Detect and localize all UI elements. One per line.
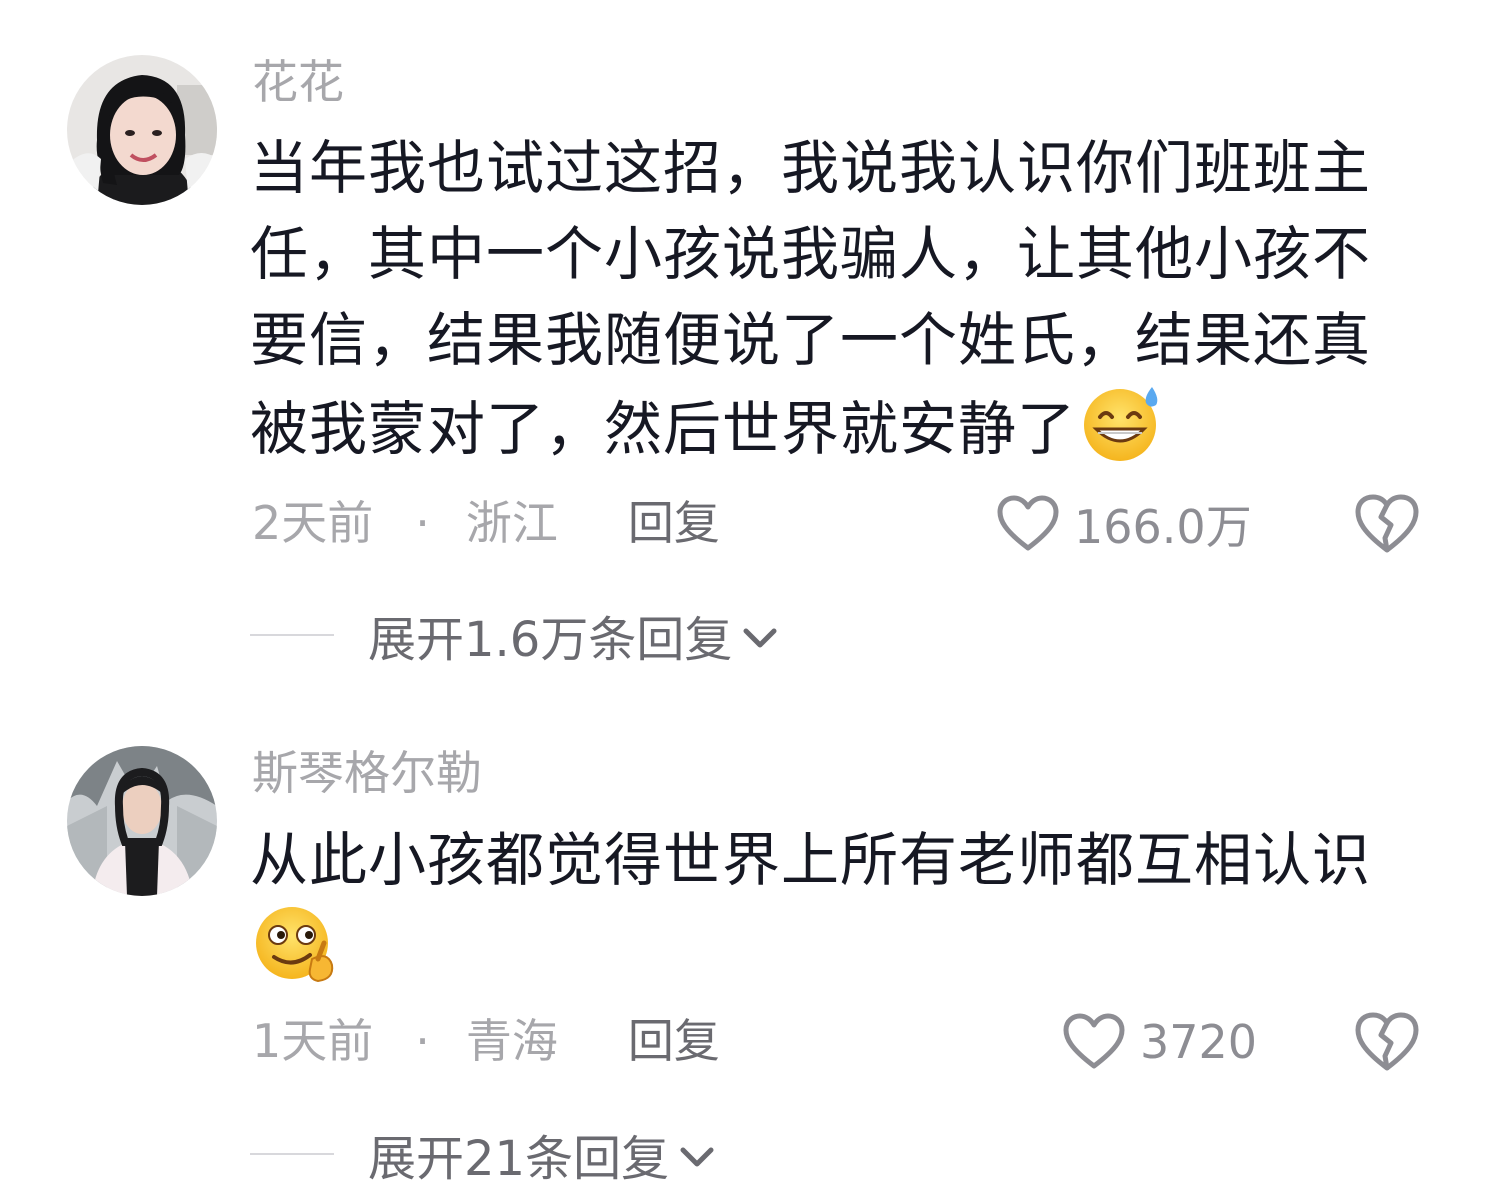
like-count: 166.0万 xyxy=(1074,500,1252,554)
meta-separator: · xyxy=(415,1014,430,1068)
broken-heart-icon xyxy=(1355,494,1419,553)
comment-location: 浙江 xyxy=(465,496,558,550)
expand-divider xyxy=(250,634,334,636)
smirk-hand-emoji xyxy=(252,903,338,983)
comment-meta: 2天前 · 浙江 回复 xyxy=(252,493,720,553)
comment-time: 1天前 xyxy=(252,1014,374,1068)
like-count: 3720 xyxy=(1140,1015,1258,1069)
comment-item: 花花 当年我也试过这招，我说我认识你们班班主任，其中一个小孩说我骗人，让其他小孩… xyxy=(0,0,1500,700)
username[interactable]: 花花 xyxy=(252,52,344,112)
expand-replies-label: 展开21条回复 xyxy=(368,1131,670,1187)
like-button[interactable]: 3720 xyxy=(1062,1010,1257,1074)
expand-replies-label: 展开1.6万条回复 xyxy=(368,612,733,668)
meta-separator: · xyxy=(415,496,430,550)
broken-heart-icon xyxy=(1355,1012,1419,1071)
avatar[interactable] xyxy=(67,55,217,205)
dislike-button[interactable] xyxy=(1354,1010,1420,1074)
avatar[interactable] xyxy=(67,746,217,896)
heart-icon xyxy=(997,495,1059,551)
comment-time: 2天前 xyxy=(252,496,374,550)
expand-replies-button[interactable]: 展开21条回复 xyxy=(250,1122,715,1187)
reply-button[interactable]: 回复 xyxy=(628,1011,720,1071)
comment-meta: 1天前 · 青海 回复 xyxy=(252,1011,720,1071)
chevron-down-icon xyxy=(680,1147,714,1167)
comment-text: 当年我也试过这招，我说我认识你们班班主任，其中一个小孩说我骗人，让其他小孩不要信… xyxy=(250,125,1390,472)
expand-replies-button[interactable]: 展开1.6万条回复 xyxy=(250,603,778,668)
dislike-button[interactable] xyxy=(1354,492,1420,556)
heart-icon xyxy=(1063,1013,1125,1069)
like-button[interactable]: 166.0万 xyxy=(996,492,1252,556)
username[interactable]: 斯琴格尔勒 xyxy=(252,743,482,803)
expand-divider xyxy=(250,1153,334,1155)
comment-text-content: 当年我也试过这招，我说我认识你们班班主任，其中一个小孩说我骗人，让其他小孩不要信… xyxy=(250,134,1372,463)
comment-location: 青海 xyxy=(465,1014,558,1068)
comment-text-content: 从此小孩都觉得世界上所有老师都互相认识 xyxy=(250,826,1372,894)
comment-text: 从此小孩都觉得世界上所有老师都互相认识 xyxy=(250,817,1390,992)
comment-item: 斯琴格尔勒 从此小孩都觉得世界上所有老师都互相认识 1天前 · 青海 回复 37… xyxy=(0,700,1500,1204)
chevron-down-icon xyxy=(743,628,777,648)
reply-button[interactable]: 回复 xyxy=(628,493,720,553)
grinning-sweat-emoji xyxy=(1078,383,1164,463)
